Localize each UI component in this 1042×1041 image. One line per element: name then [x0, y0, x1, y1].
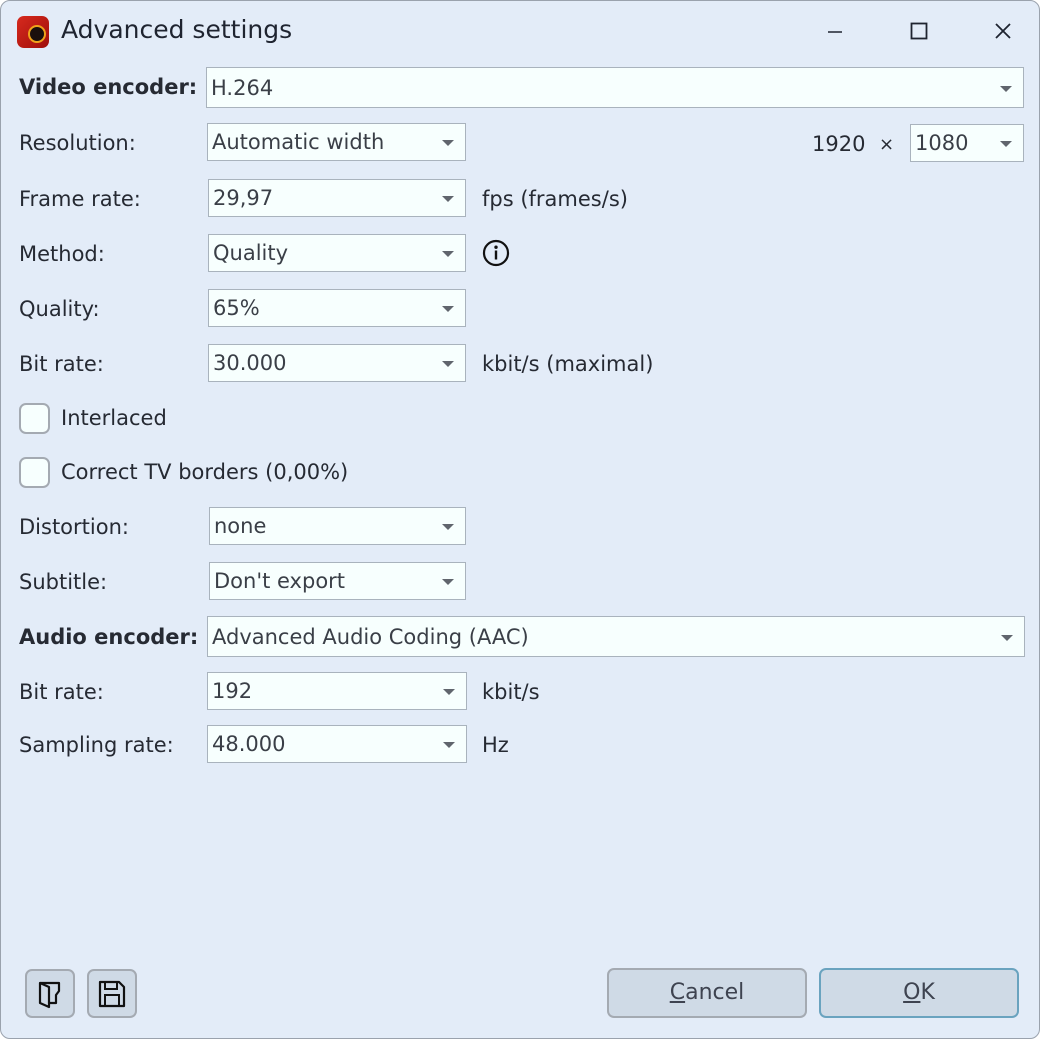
ok-label: K: [920, 980, 935, 1005]
chevron-down-icon: [443, 742, 455, 748]
chevron-down-icon: [442, 306, 454, 312]
method-value: Quality: [213, 241, 289, 265]
chevron-down-icon: [442, 579, 454, 585]
resolution-width: 1920: [812, 132, 866, 156]
sampling-rate-unit: Hz: [482, 733, 509, 757]
close-icon: [995, 23, 1011, 39]
distortion-value: none: [214, 514, 267, 538]
resolution-height-select[interactable]: 1080: [910, 124, 1024, 162]
save-preset-button[interactable]: [87, 969, 137, 1018]
close-button[interactable]: [983, 13, 1023, 49]
maximize-icon: [910, 22, 928, 40]
audio-bit-rate-unit: kbit/s: [482, 680, 540, 704]
advanced-settings-dialog: Advanced settings Video encoder: H.264 R…: [0, 0, 1040, 1039]
resolution-value: Automatic width: [212, 130, 385, 154]
audio-encoder-value: Advanced Audio Coding (AAC): [212, 625, 529, 649]
subtitle-value: Don't export: [214, 569, 346, 593]
frame-rate-unit: fps (frames/s): [482, 187, 628, 211]
chevron-down-icon: [442, 196, 454, 202]
resolution-select[interactable]: Automatic width: [207, 123, 466, 161]
video-encoder-value: H.264: [211, 76, 274, 100]
cancel-label: ancel: [685, 980, 745, 1005]
quality-label: Quality:: [19, 297, 100, 321]
chevron-down-icon: [442, 140, 454, 146]
ok-mnemonic: O: [903, 980, 921, 1005]
info-icon[interactable]: [482, 239, 510, 267]
video-bit-rate-label: Bit rate:: [19, 352, 104, 376]
chevron-down-icon: [1000, 86, 1012, 92]
resolution-times: ×: [879, 134, 895, 155]
sampling-rate-label: Sampling rate:: [19, 733, 174, 757]
video-encoder-select[interactable]: H.264: [206, 67, 1024, 108]
video-bit-rate-value: 30.000: [213, 351, 287, 375]
save-icon: [98, 980, 126, 1007]
quality-select[interactable]: 65%: [208, 289, 466, 327]
chevron-down-icon: [1001, 635, 1013, 641]
chevron-down-icon: [442, 524, 454, 530]
resolution-label: Resolution:: [19, 131, 136, 155]
app-icon: [17, 16, 49, 48]
interlaced-checkbox[interactable]: [19, 403, 50, 434]
frame-rate-select[interactable]: 29,97: [208, 179, 466, 217]
sampling-rate-select[interactable]: 48.000: [207, 725, 467, 763]
method-select[interactable]: Quality: [208, 234, 466, 272]
window-title: Advanced settings: [61, 15, 293, 44]
subtitle-select[interactable]: Don't export: [209, 562, 466, 600]
audio-encoder-select[interactable]: Advanced Audio Coding (AAC): [207, 616, 1025, 657]
title-bar: Advanced settings: [1, 1, 1039, 61]
audio-bit-rate-label: Bit rate:: [19, 680, 104, 704]
correct-tv-borders-checkbox[interactable]: [19, 457, 50, 488]
frame-rate-label: Frame rate:: [19, 187, 141, 211]
maximize-button[interactable]: [899, 13, 939, 49]
chevron-down-icon: [442, 251, 454, 257]
open-folder-icon: [38, 981, 61, 1008]
interlaced-label[interactable]: Interlaced: [61, 406, 167, 430]
distortion-select[interactable]: none: [209, 507, 466, 545]
cancel-button[interactable]: Cancel: [607, 968, 807, 1018]
frame-rate-value: 29,97: [213, 186, 274, 210]
method-label: Method:: [19, 242, 105, 266]
sampling-rate-value: 48.000: [212, 732, 286, 756]
correct-tv-borders-label[interactable]: Correct TV borders (0,00%): [61, 460, 348, 484]
subtitle-label: Subtitle:: [19, 570, 108, 594]
ok-button[interactable]: OK: [819, 968, 1019, 1018]
resolution-height-value: 1080: [915, 131, 969, 155]
chevron-down-icon: [442, 361, 454, 367]
cancel-mnemonic: C: [669, 980, 686, 1005]
audio-bit-rate-value: 192: [212, 679, 253, 703]
chevron-down-icon: [1000, 141, 1012, 147]
audio-encoder-label: Audio encoder:: [19, 625, 199, 649]
video-encoder-label: Video encoder:: [19, 75, 198, 99]
quality-value: 65%: [213, 296, 260, 320]
minimize-button[interactable]: [815, 13, 855, 49]
load-preset-button[interactable]: [25, 969, 75, 1018]
distortion-label: Distortion:: [19, 515, 129, 539]
video-bit-rate-unit: kbit/s (maximal): [482, 352, 654, 376]
audio-bit-rate-select[interactable]: 192: [207, 672, 467, 710]
minimize-icon: [828, 31, 842, 33]
chevron-down-icon: [443, 689, 455, 695]
video-bit-rate-select[interactable]: 30.000: [208, 344, 466, 382]
